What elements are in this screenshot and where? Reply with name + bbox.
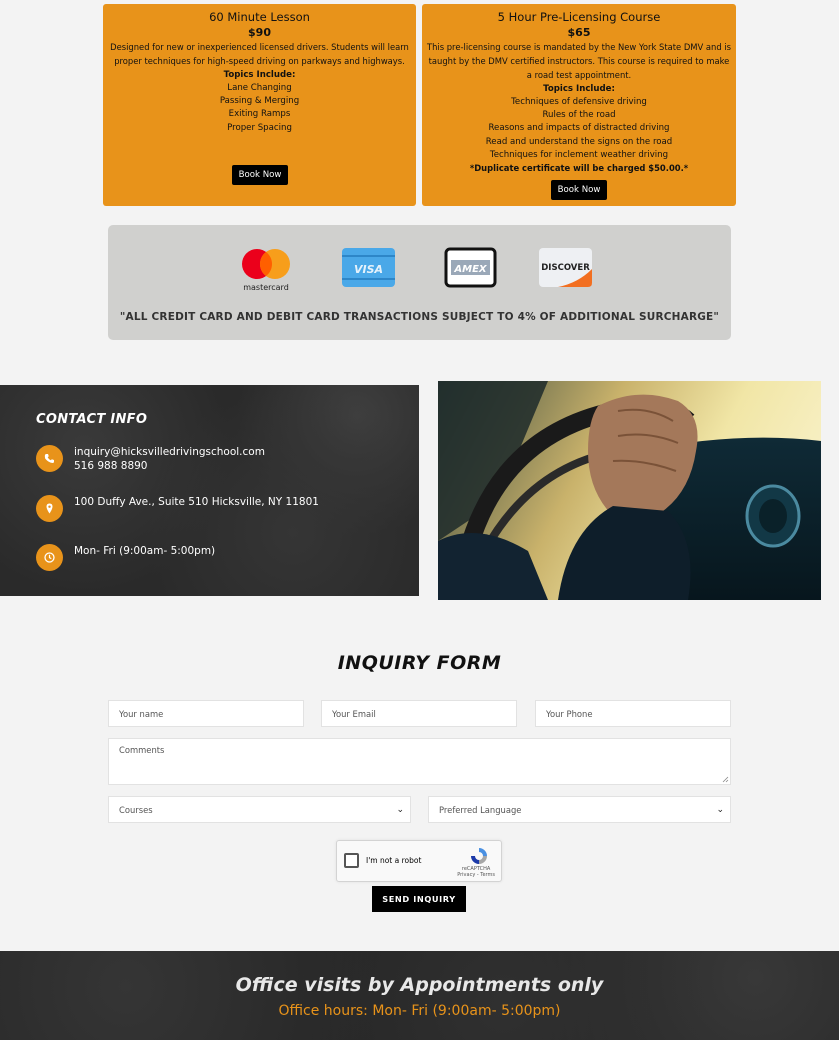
course-card-60-minute: 60 Minute Lesson $90 Designed for new or… [103,4,416,206]
office-hours: Office hours: Mon- Fri (9:00am- 5:00pm) [278,1003,561,1019]
discover-icon: DISCOVER [538,247,594,294]
topics-list: Techniques of defensive driving Rules of… [422,96,736,162]
contact-email-link[interactable]: inquiry@hicksvilledrivingschool.com [74,445,265,459]
book-now-button[interactable]: Book Now [551,180,607,200]
course-description: This pre-licensing course is mandated by… [426,42,732,80]
topic-item: Read and understand the signs on the roa… [485,136,673,147]
contact-title: CONTACT INFO [36,412,148,427]
language-select[interactable]: Preferred Language ⌄ [428,796,731,823]
topic-item: Rules of the road [542,110,616,121]
resize-handle-icon [722,776,729,783]
recaptcha-label: I'm not a robot [366,856,422,865]
course-title: 60 Minute Lesson [209,10,310,24]
topic-item: Lane Changing [227,83,292,93]
course-price: $65 [567,26,591,39]
comments-placeholder: Comments [119,745,165,755]
name-input[interactable]: Your name [108,700,304,727]
amex-icon: AMEX [444,247,498,294]
topics-heading: Topics Include: [223,70,296,80]
book-now-button[interactable]: Book Now [232,165,288,185]
appointments-notice: Office visits by Appointments only [235,974,604,996]
topic-item: Exiting Ramps [228,109,291,120]
duplicate-certificate-note: *Duplicate certificate will be charged $… [469,163,689,174]
topics-list: Lane Changing Passing & Merging Exiting … [103,82,416,135]
amex-label: AMEX [453,264,488,275]
contact-info-section: CONTACT INFO inquiry@hicksvilledrivingsc… [0,385,419,596]
chevron-down-icon: ⌄ [716,805,724,815]
recaptcha-brand: reCAPTCHA Privacy - Terms [457,866,495,878]
topic-item: Techniques for inclement weather driving [489,149,669,160]
inquiry-form-title: INQUIRY FORM [337,652,502,674]
contact-hours-text: Mon- Fri (9:00am- 5:00pm) [74,545,216,557]
contact-phone-text[interactable]: 516 988 8890 [74,459,147,473]
course-description: Designed for new or inexperienced licens… [110,42,409,66]
courses-select[interactable]: Courses ⌄ [108,796,411,823]
clock-icon [36,544,63,571]
recaptcha-widget: I'm not a robot reCAPTCHA Privacy - Term… [336,840,502,882]
topic-item: Proper Spacing [227,122,292,133]
send-inquiry-button[interactable]: SEND INQUIRY [372,886,466,912]
comments-textarea[interactable]: Comments [108,738,731,785]
phone-input[interactable]: Your Phone [535,700,731,727]
course-price: $90 [248,26,271,39]
contact-address-text: 100 Duffy Ave., Suite 510 Hicksville, NY… [74,496,319,508]
payment-methods-box: mastercard VISA AMEX DISCOVER "ALL CREDI… [108,225,731,340]
mastercard-label: mastercard [243,283,289,292]
email-input[interactable]: Your Email [321,700,517,727]
map-pin-icon [36,495,63,522]
recaptcha-privacy-terms[interactable]: Privacy - Terms [457,872,495,878]
language-select-value: Preferred Language [439,805,522,815]
visa-icon: VISA [341,247,397,294]
surcharge-notice: "ALL CREDIT CARD AND DEBIT CARD TRANSACT… [119,311,720,323]
phone-icon [36,445,63,472]
driving-photo [438,381,821,600]
payment-icons: mastercard VISA AMEX DISCOVER [108,247,731,292]
courses-select-value: Courses [119,805,153,815]
course-title: 5 Hour Pre-Licensing Course [497,10,661,24]
topic-item: Passing & Merging [219,96,300,107]
recaptcha-checkbox[interactable] [344,853,359,868]
footer-banner: Office visits by Appointments only Offic… [0,951,839,1040]
visa-label: VISA [354,263,383,276]
topic-item: Reasons and impacts of distracted drivin… [488,123,670,134]
course-card-5-hour: 5 Hour Pre-Licensing Course $65 This pre… [422,4,736,206]
discover-label: DISCOVER [541,263,590,273]
topic-item: Techniques of defensive driving [511,97,647,107]
topics-heading: Topics Include: [543,84,615,94]
mastercard-icon: mastercard [236,247,296,298]
chevron-down-icon: ⌄ [396,805,404,815]
